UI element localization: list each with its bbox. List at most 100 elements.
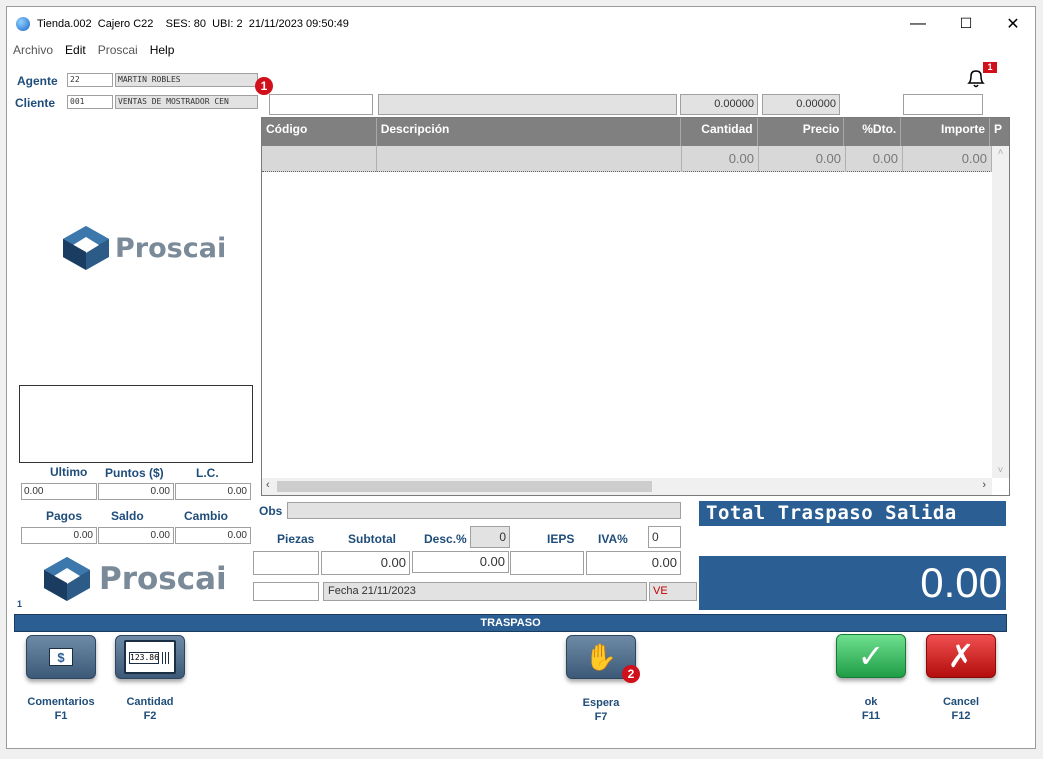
proscai-cube-icon bbox=[63, 226, 109, 270]
espera-label: Espera F7 bbox=[582, 697, 620, 723]
ve-field: VE bbox=[649, 582, 697, 601]
menu-bar: Archivo Edit Proscai Help bbox=[7, 40, 1035, 60]
notification-bell-icon[interactable]: 1 bbox=[963, 62, 997, 91]
mode-bar: TRASPASO bbox=[14, 614, 1007, 632]
cell-descripcion[interactable] bbox=[377, 146, 682, 172]
cancel-button[interactable]: ✗ bbox=[926, 634, 996, 678]
main-window: Tienda.002 Cajero C22 SES: 80 UBI: 2 21/… bbox=[6, 6, 1036, 749]
annotation-badge-1: 1 bbox=[255, 77, 273, 95]
agente-label: Agente bbox=[17, 74, 58, 88]
obs-label: Obs bbox=[259, 504, 283, 518]
grid-header: Código Descripción Cantidad Precio %Dto.… bbox=[262, 118, 1009, 146]
notification-count: 1 bbox=[983, 62, 997, 73]
maximize-button[interactable]: ☐ bbox=[944, 7, 988, 40]
comentarios-label: Comentarios F1 bbox=[27, 696, 95, 722]
iva-pct-field[interactable]: 0 bbox=[648, 526, 681, 548]
proscai-logo-small: Proscai bbox=[41, 556, 227, 602]
calculator-icon: 123.86 bbox=[124, 640, 176, 674]
cliente-code-field[interactable]: 001 bbox=[67, 95, 113, 109]
agente-code-field[interactable]: 22 bbox=[67, 73, 113, 87]
piezas-value bbox=[253, 551, 319, 575]
fecha-field: Fecha 21/11/2023 bbox=[323, 582, 647, 601]
desc-pct-field[interactable]: 0 bbox=[470, 526, 510, 548]
scroll-down-icon[interactable]: ˅ bbox=[992, 465, 1009, 476]
col-codigo[interactable]: Código bbox=[262, 118, 377, 146]
pagos-value: 0.00 bbox=[21, 527, 97, 544]
money-bill-icon: $ bbox=[49, 648, 73, 666]
hand-stop-icon: ✋ bbox=[584, 642, 618, 672]
checkmark-icon: ✓ bbox=[857, 638, 885, 674]
app-globe-icon bbox=[16, 16, 30, 31]
total-title: Total Traspaso Salida bbox=[699, 501, 1006, 526]
puntos-label: Puntos ($) bbox=[105, 466, 164, 480]
col-descripcion[interactable]: Descripción bbox=[377, 118, 681, 146]
ieps-value bbox=[510, 551, 584, 575]
cell-precio[interactable]: 0.00 bbox=[759, 146, 846, 172]
qty-field-a: 0.00000 bbox=[680, 94, 758, 115]
table-row[interactable]: 0.00 0.00 0.00 0.00 bbox=[262, 146, 992, 172]
codigo-input[interactable] bbox=[269, 94, 373, 115]
col-dto[interactable]: %Dto. bbox=[844, 118, 902, 146]
total-amount: 0.00 bbox=[699, 556, 1006, 610]
scroll-left-icon[interactable]: ‹ bbox=[266, 479, 270, 491]
cantidad-button[interactable]: 123.86 bbox=[115, 635, 185, 679]
cantidad-label: Cantidad F2 bbox=[126, 696, 174, 722]
left-counter: 1 bbox=[17, 599, 23, 609]
col-importe[interactable]: Importe bbox=[901, 118, 991, 146]
scroll-right-icon[interactable]: › bbox=[982, 479, 986, 491]
agente-name-field: MARTIN ROBLES bbox=[115, 73, 258, 87]
cliente-label: Cliente bbox=[15, 96, 56, 110]
proscai-brand-text: Proscai bbox=[115, 232, 227, 264]
ultimo-value: 0.00 bbox=[21, 483, 97, 500]
window-title: Tienda.002 Cajero C22 SES: 80 UBI: 2 21/… bbox=[37, 17, 349, 30]
cell-codigo[interactable] bbox=[262, 146, 377, 172]
cambio-label: Cambio bbox=[184, 509, 229, 523]
desc-label: Desc.% bbox=[424, 532, 467, 546]
subtotal-label: Subtotal bbox=[348, 532, 396, 546]
minimize-button[interactable]: — bbox=[896, 7, 940, 40]
lc-label: L.C. bbox=[196, 466, 219, 480]
proscai-logo-large: Proscai bbox=[61, 225, 226, 271]
ieps-label: IEPS bbox=[547, 532, 575, 546]
cliente-name-field: VENTAS DE MOSTRADOR CEN bbox=[115, 95, 258, 109]
close-button[interactable]: ✕ bbox=[991, 7, 1035, 40]
desc-amount-value: 0.00 bbox=[412, 551, 509, 573]
col-cantidad[interactable]: Cantidad bbox=[681, 118, 758, 146]
iva-amount-value: 0.00 bbox=[586, 551, 681, 575]
grid-vertical-scrollbar[interactable]: ˄ ˅ bbox=[992, 146, 1009, 478]
ok-button[interactable]: ✓ bbox=[836, 634, 906, 678]
obs-field[interactable] bbox=[287, 502, 681, 519]
cell-cantidad[interactable]: 0.00 bbox=[682, 146, 759, 172]
menu-archivo[interactable]: Archivo bbox=[13, 43, 53, 57]
subtotal-value: 0.00 bbox=[321, 551, 410, 575]
ok-label: ok F11 bbox=[861, 696, 881, 722]
lc-value: 0.00 bbox=[175, 483, 251, 500]
descripcion-display bbox=[378, 94, 677, 115]
col-precio[interactable]: Precio bbox=[758, 118, 845, 146]
cell-importe[interactable]: 0.00 bbox=[903, 146, 992, 172]
menu-proscai[interactable]: Proscai bbox=[98, 43, 138, 57]
scroll-up-icon[interactable]: ˄ bbox=[992, 146, 1009, 160]
qty-field-b: 0.00000 bbox=[762, 94, 840, 115]
menu-edit[interactable]: Edit bbox=[65, 43, 86, 57]
pagos-label: Pagos bbox=[46, 509, 83, 523]
x-cancel-icon: ✗ bbox=[947, 638, 975, 674]
grid-horizontal-scrollbar[interactable]: ‹ › bbox=[262, 478, 992, 495]
proscai-brand-text-small: Proscai bbox=[99, 561, 227, 597]
horizontal-scroll-thumb[interactable] bbox=[277, 481, 652, 492]
piezas-label: Piezas bbox=[277, 532, 315, 546]
extra-field bbox=[253, 582, 319, 601]
annotation-badge-2: 2 bbox=[622, 665, 640, 683]
cell-dto[interactable]: 0.00 bbox=[846, 146, 903, 172]
menu-help[interactable]: Help bbox=[150, 43, 175, 57]
comentarios-button[interactable]: $ bbox=[26, 635, 96, 679]
puntos-value: 0.00 bbox=[98, 483, 174, 500]
cancel-label: Cancel F12 bbox=[942, 696, 980, 722]
col-p[interactable]: P bbox=[990, 118, 1009, 146]
items-grid[interactable]: Código Descripción Cantidad Precio %Dto.… bbox=[261, 117, 1010, 496]
cambio-value: 0.00 bbox=[175, 527, 251, 544]
aux-input[interactable] bbox=[903, 94, 983, 115]
saldo-value: 0.00 bbox=[98, 527, 174, 544]
comment-box[interactable] bbox=[19, 385, 253, 463]
saldo-label: Saldo bbox=[111, 509, 144, 523]
